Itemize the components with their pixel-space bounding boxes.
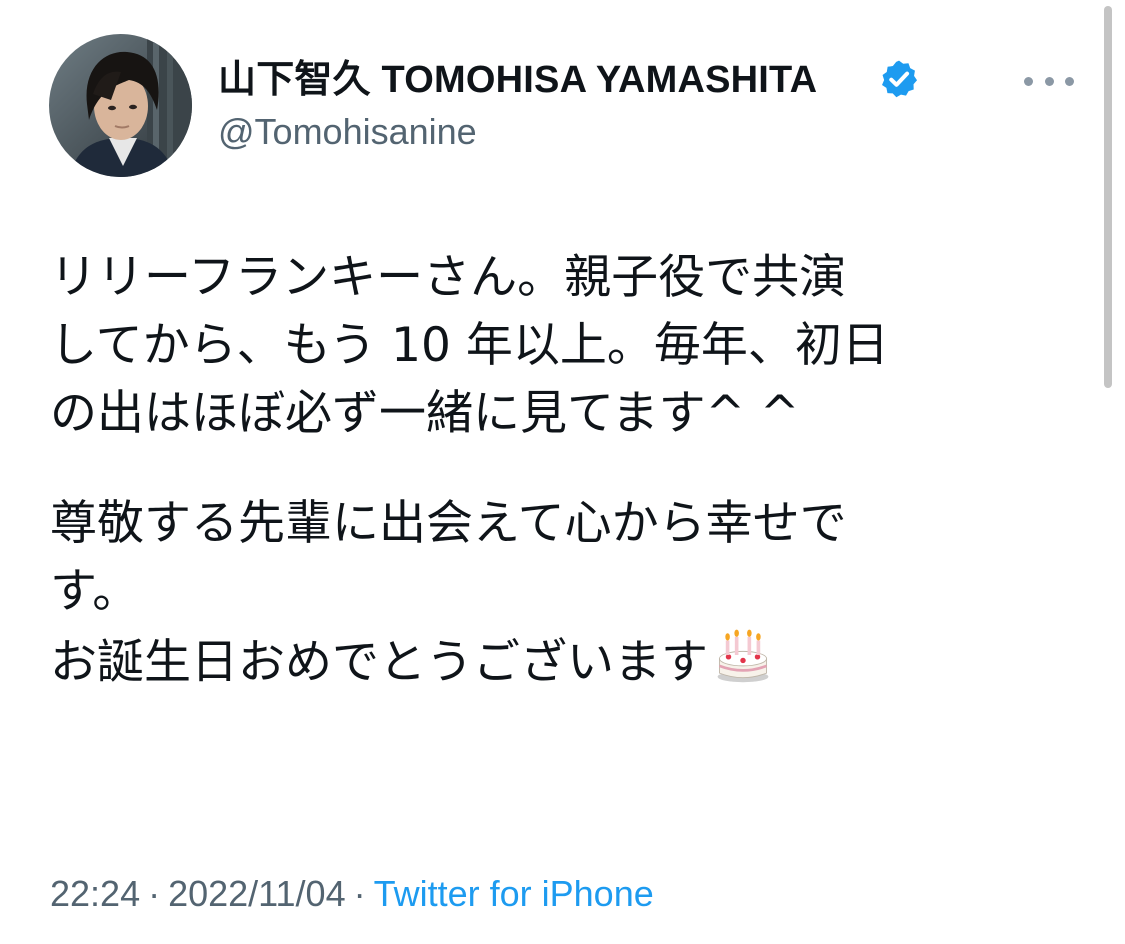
tweet-detail: 山下智久 TOMOHISA YAMASHITA @Tomohisanine リリ… xyxy=(0,0,1125,944)
more-dot xyxy=(1044,76,1054,86)
birthday-cake-icon xyxy=(717,629,769,683)
meta-separator: · xyxy=(353,873,366,914)
avatar-photo xyxy=(49,34,192,177)
tweet-date[interactable]: 2022/11/04 xyxy=(168,873,346,914)
display-name[interactable]: 山下智久 TOMOHISA YAMASHITA xyxy=(218,56,817,104)
tweet-text: リリーフランキーさん。親子役で共演 してから、もう 10 年以上。毎年、初日 の… xyxy=(50,244,1080,694)
avatar[interactable] xyxy=(49,34,192,177)
meta-separator: · xyxy=(148,873,161,914)
more-dot xyxy=(1065,76,1074,86)
scrollbar[interactable] xyxy=(1104,6,1112,388)
tweet-source-link[interactable]: Twitter for iPhone xyxy=(374,873,654,914)
tweet-line-with-emoji: お誕生日おめでとうございます xyxy=(50,626,1080,694)
tweet-line: リリーフランキーさん。親子役で共演 xyxy=(50,250,847,305)
tweet-time[interactable]: 22:24 xyxy=(50,873,140,914)
tweet-line: 尊敬する先輩に出会えて心から幸せで xyxy=(50,496,847,551)
tweet-line: お誕生日おめでとうございます xyxy=(50,635,708,690)
author-handle[interactable]: @Tomohisanine xyxy=(218,110,477,154)
more-options-icon[interactable] xyxy=(1024,64,1074,98)
tweet-line: の出はほぼ必ず一緒に見てます^ ^ xyxy=(50,386,800,441)
verified-badge-icon xyxy=(882,60,918,98)
tweet-line: してから、もう 10 年以上。毎年、初日 xyxy=(50,318,889,373)
tweet-meta: 22:24 · 2022/11/04 · Twitter for iPhone xyxy=(50,870,654,918)
tweet-line: す。 xyxy=(50,564,140,619)
more-dot xyxy=(1024,76,1033,86)
